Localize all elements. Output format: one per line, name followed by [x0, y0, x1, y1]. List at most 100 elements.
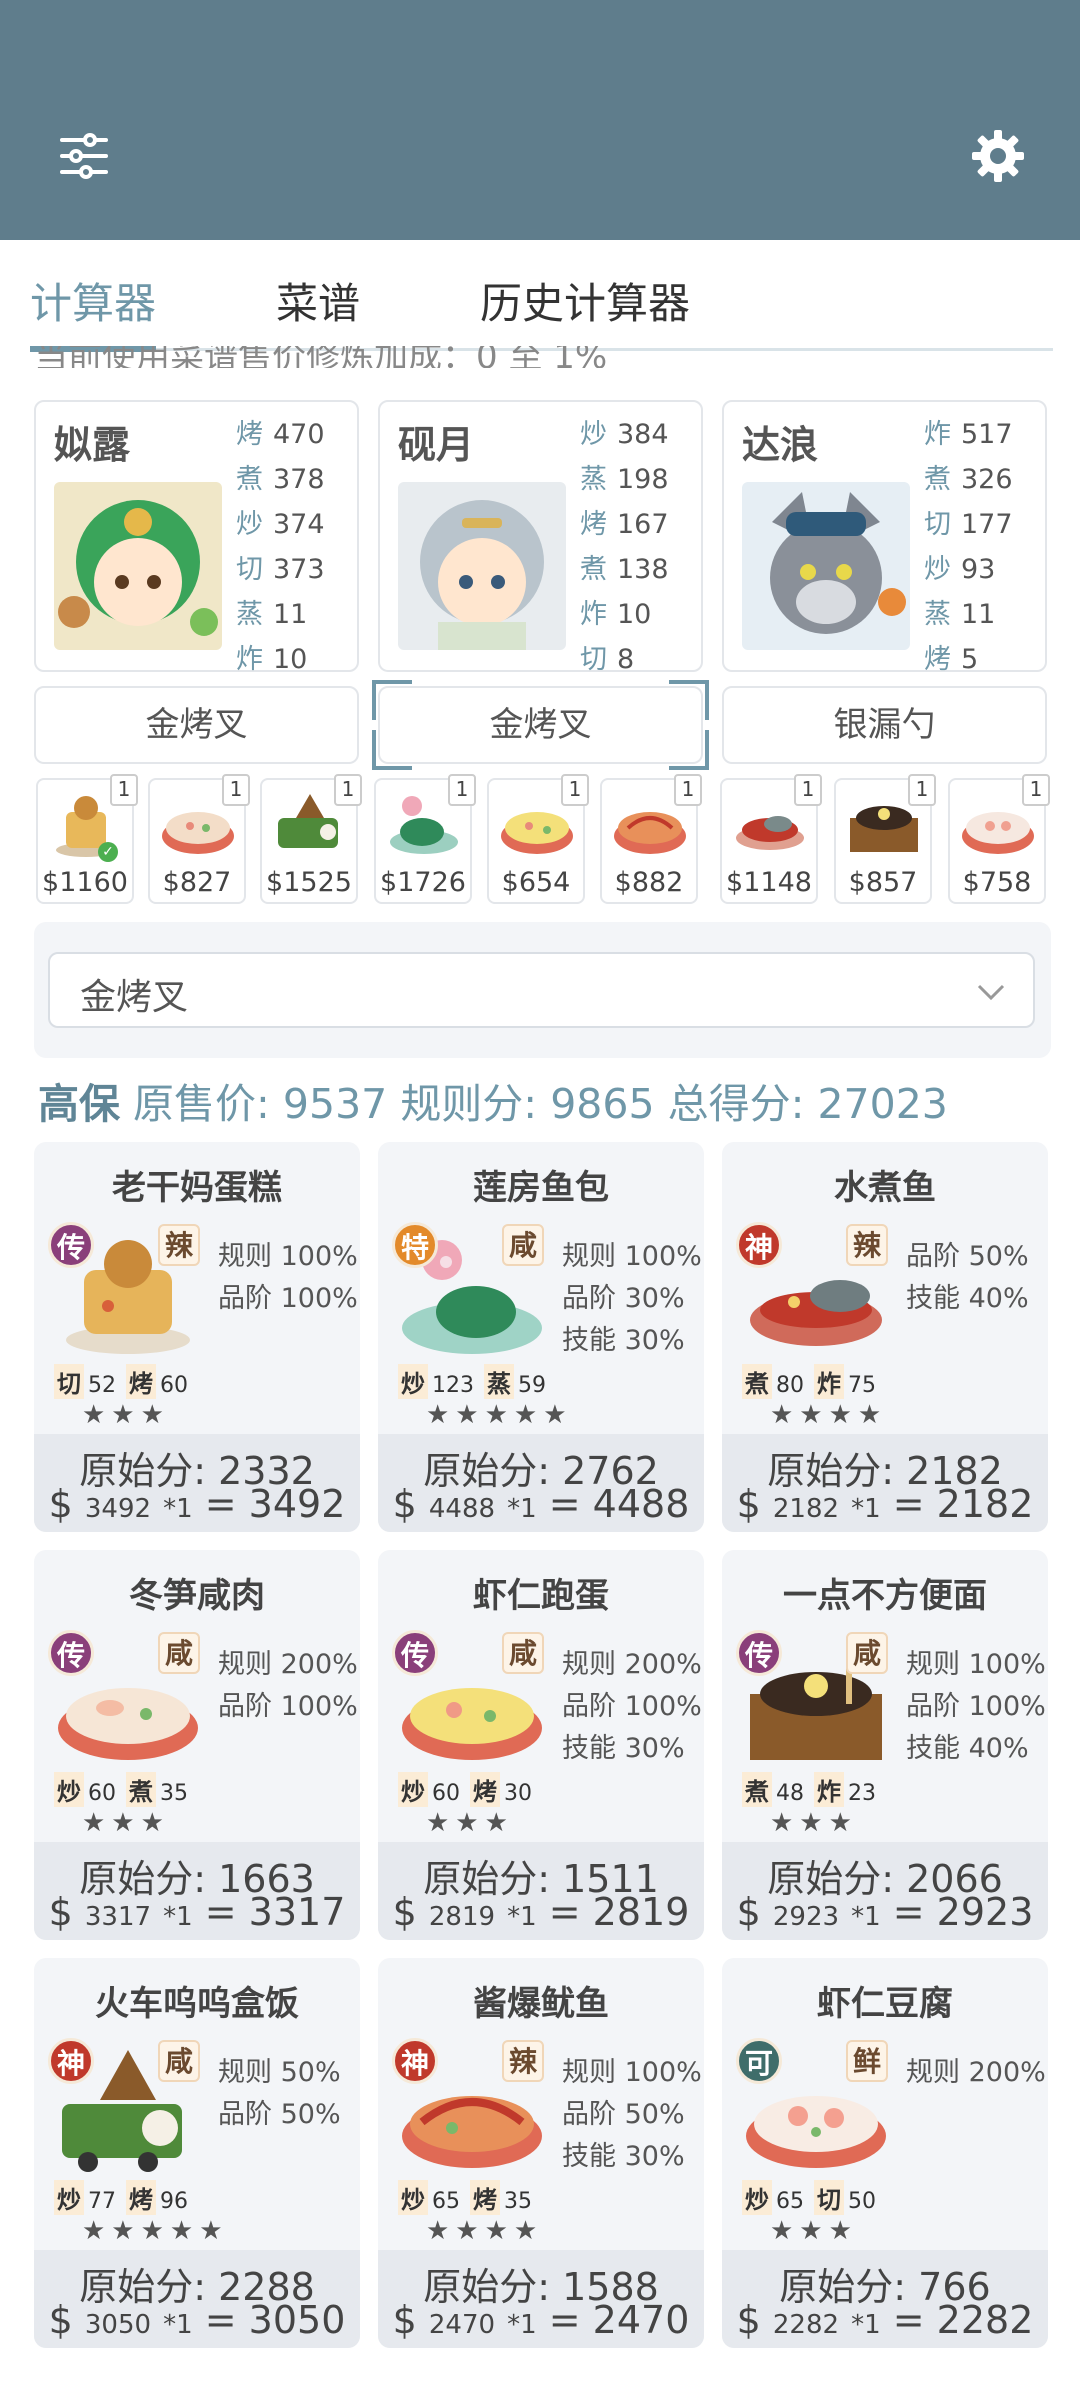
rarity-badge: 特: [392, 1222, 438, 1268]
selected-dish-thumb[interactable]: 1 $882: [600, 774, 702, 904]
price-calc: $ 2470 *1 = 2470: [392, 2298, 690, 2342]
total-price: 2923: [936, 1890, 1034, 1934]
flavor-tag: 鲜: [846, 2040, 888, 2082]
selected-dish-thumb[interactable]: 1 $1726: [374, 774, 476, 904]
skill-value: 60: [160, 1373, 188, 1398]
rule-bonus: 品阶 100%: [906, 1691, 1046, 1722]
skill-type: 炒: [398, 2180, 428, 2215]
flavor-tag: 咸: [158, 1632, 200, 1674]
recipe-title: 酱爆鱿鱼: [473, 1984, 609, 2024]
selected-dish-thumb[interactable]: ✓ 1 $1160: [36, 774, 138, 904]
chef-card[interactable]: 姒露 烤 470 煮 378 炒 374 切 373 蒸 11 炸 10: [34, 400, 359, 675]
tab-calculator[interactable]: 计算器: [30, 270, 156, 331]
skill-value: 30: [504, 1781, 532, 1806]
price-calc: $ 2923 *1 = 2923: [736, 1890, 1034, 1934]
skill-value: 60: [432, 1781, 460, 1806]
chef-skill: 切 177: [924, 509, 1013, 540]
check-icon: ✓: [98, 842, 118, 862]
recipe-card[interactable]: 莲房鱼包 特 咸 规则 100% 品阶 30% 技能 30% 炒 123 蒸 59 ★★★…: [378, 1142, 704, 1532]
rule-bonus: 品阶 50%: [562, 2099, 685, 2130]
skill-value: 60: [88, 1781, 116, 1806]
quantity-badge: 1: [448, 774, 476, 806]
score-footer: 原始分: 766 $ 2282 *1 = 2282: [722, 2250, 1048, 2348]
star-rating: ★★★★★: [426, 1400, 573, 1430]
chef-card[interactable]: 达浪 炸 517 煮 326 切 177 炒 93 蒸 11 烤5: [722, 400, 1047, 675]
tool-dropdown[interactable]: 金烤叉: [48, 952, 1035, 1028]
selected-dish-thumb[interactable]: 1 $758: [948, 774, 1050, 904]
settings-gear-icon[interactable]: [970, 128, 1026, 184]
skill-type: 烤: [470, 1772, 500, 1807]
rule-bonus: 品阶 100%: [218, 1283, 358, 1314]
score-footer: 原始分: 2332 $ 3492 *1 = 3492: [34, 1434, 360, 1532]
recipe-card[interactable]: 水煮鱼 神 辣 品阶 50% 技能 40% 煮 80 炸 75 ★★★★ 原始分: 21…: [722, 1142, 1048, 1532]
flavor-tag: 咸: [846, 1632, 888, 1674]
flavor-tag: 咸: [502, 1632, 544, 1674]
skill-requirements: 炒 123 蒸 59: [398, 1364, 556, 1399]
skill-type: 煮: [742, 1364, 772, 1399]
recipe-card[interactable]: 老干妈蛋糕 传 辣 规则 100% 品阶 100% 切 52 烤 60 ★★★ 原始分:…: [34, 1142, 360, 1532]
star-rating: ★★★: [426, 1808, 514, 1838]
rule-bonus: 品阶 30%: [562, 1283, 685, 1314]
selected-dish-thumb[interactable]: 1 $857: [834, 774, 936, 904]
skill-value: 77: [88, 2189, 116, 2214]
recipe-title: 虾仁跑蛋: [473, 1576, 609, 1616]
skill-value: 75: [848, 1373, 876, 1398]
score-footer: 原始分: 1588 $ 2470 *1 = 2470: [378, 2250, 704, 2348]
selected-dish-thumb[interactable]: 1 $1525: [260, 774, 362, 904]
dish-price: $654: [501, 867, 571, 898]
app-bar: [0, 0, 1080, 240]
skill-type: 煮: [126, 1772, 156, 1807]
dish-price: $857: [848, 867, 918, 898]
selected-dish-thumb[interactable]: 1 $654: [487, 774, 589, 904]
chef-portrait-silver-hair: [398, 482, 566, 650]
star-rating: ★★★: [82, 1400, 170, 1430]
recipe-card[interactable]: 虾仁跑蛋 传 咸 规则 200% 品阶 100% 技能 30% 炒 60 烤 30 ★★★…: [378, 1550, 704, 1940]
price-calc: $ 2182 *1 = 2182: [736, 1482, 1034, 1526]
recipe-card[interactable]: 冬笋咸肉 传 咸 规则 200% 品阶 100% 炒 60 煮 35 ★★★ 原始分: …: [34, 1550, 360, 1940]
rule-bonus: 品阶 50%: [218, 2099, 341, 2130]
skill-type: 炸: [814, 1772, 844, 1807]
rule-bonus: 技能 30%: [562, 2141, 685, 2172]
skill-value: 96: [160, 2189, 188, 2214]
flavor-tag: 辣: [846, 1224, 888, 1266]
skill-requirements: 切 52 烤 60: [54, 1364, 198, 1399]
total-price: 3050: [248, 2298, 346, 2342]
recipe-card[interactable]: 火车呜呜盒饭 神 咸 规则 50% 品阶 50% 炒 77 烤 96 ★★★★★ 原始分…: [34, 1958, 360, 2348]
skill-value: 65: [776, 2189, 804, 2214]
chef-skill: 煮 138: [580, 554, 669, 585]
tab-recipes[interactable]: 菜谱: [276, 270, 360, 331]
rule-bonus: 技能 40%: [906, 1283, 1029, 1314]
flavor-tag: 咸: [158, 2040, 200, 2082]
chef-name: 达浪: [742, 423, 819, 467]
total-price: 3317: [248, 1890, 346, 1934]
filter-sliders-icon[interactable]: [56, 128, 112, 184]
flavor-tag: 辣: [158, 1224, 200, 1266]
recipe-card[interactable]: 一点不方便面 传 咸 规则 100% 品阶 100% 技能 40% 煮 48 炸 23 ★…: [722, 1550, 1048, 1940]
tool-slot-1[interactable]: 金烤叉: [34, 686, 359, 764]
rule-bonus: 技能 30%: [562, 1733, 685, 1764]
chef-skill: 烤 167: [580, 509, 669, 540]
selected-dish-thumb[interactable]: 1 $1148: [720, 774, 822, 904]
selected-dish-thumb[interactable]: 1 $827: [148, 774, 250, 904]
tab-history-calculator[interactable]: 历史计算器: [480, 270, 690, 331]
rarity-badge: 传: [392, 1630, 438, 1676]
dish-price: $827: [162, 867, 232, 898]
skill-requirements: 炒 77 烤 96: [54, 2180, 198, 2215]
rarity-badge: 神: [392, 2038, 438, 2084]
score-footer: 原始分: 2066 $ 2923 *1 = 2923: [722, 1842, 1048, 1940]
skill-type: 烤: [126, 2180, 156, 2215]
tool-slot-3[interactable]: 银漏勺: [722, 686, 1047, 764]
recipe-card[interactable]: 酱爆鱿鱼 神 辣 规则 100% 品阶 50% 技能 30% 炒 65 烤 35 ★★★★…: [378, 1958, 704, 2348]
chef-card[interactable]: 砚月 炒 384 蒸 198 烤 167 煮 138 炸 10 切8: [378, 400, 703, 675]
skill-type: 炒: [398, 1772, 428, 1807]
score-summary: 高保 原售价: 9537 规则分: 9865 总得分: 27023: [38, 1080, 948, 1128]
rule-bonus: 品阶 50%: [906, 1241, 1029, 1272]
rule-bonus: 规则 200%: [218, 1649, 358, 1680]
dish-price: $882: [614, 867, 684, 898]
rarity-badge: 神: [736, 1222, 782, 1268]
tool-slot-2[interactable]: 金烤叉: [378, 686, 703, 764]
quantity-badge: 1: [674, 774, 702, 806]
recipe-card[interactable]: 虾仁豆腐 可 鲜 规则 200% 炒 65 切 50 ★★★ 原始分: 766 $ 2…: [722, 1958, 1048, 2348]
chef-skill: 炒 93: [924, 554, 996, 585]
rule-bonus: 品阶 100%: [562, 1691, 702, 1722]
